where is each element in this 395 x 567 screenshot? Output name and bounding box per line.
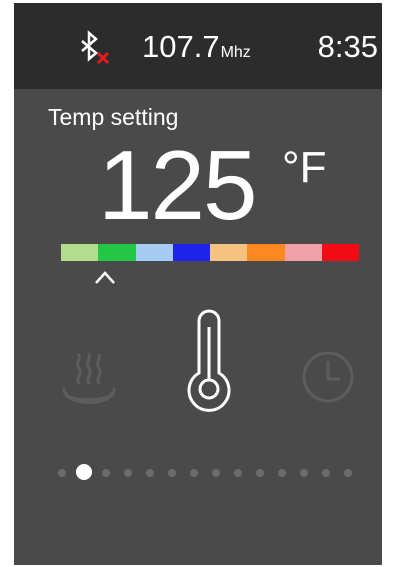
setting-label: Temp setting xyxy=(48,104,179,130)
page-dot[interactable] xyxy=(102,469,110,477)
page-dot[interactable] xyxy=(300,469,308,477)
color-scale-segment xyxy=(135,244,173,261)
clock-time: 8:35 xyxy=(317,29,378,64)
page-dot[interactable] xyxy=(190,469,198,477)
bluetooth-disconnected-icon xyxy=(81,30,110,65)
status-bar: 107.7Mhz 8:35 xyxy=(14,3,382,89)
page-dot[interactable] xyxy=(256,469,264,477)
temperature-value[interactable]: 125 xyxy=(98,131,258,239)
page-dot[interactable] xyxy=(278,469,286,477)
steam-bath-icon[interactable] xyxy=(60,351,118,409)
radio-frequency: 107.7Mhz xyxy=(142,27,251,73)
color-scale-segment xyxy=(210,244,248,261)
page-dot[interactable] xyxy=(322,469,330,477)
color-scale-segment xyxy=(321,244,359,261)
device-screen: 107.7Mhz 8:35 Temp setting 125 °F xyxy=(14,3,382,565)
page-dot[interactable] xyxy=(58,469,66,477)
color-scale-segment xyxy=(284,244,322,261)
thermometer-icon[interactable] xyxy=(180,309,238,415)
page-dot[interactable] xyxy=(168,469,176,477)
color-scale-segment xyxy=(247,244,285,261)
color-scale-segment xyxy=(61,244,99,261)
frequency-value: 107.7 xyxy=(142,29,220,64)
page-dot[interactable] xyxy=(344,469,352,477)
page-dot[interactable] xyxy=(146,469,154,477)
clock-icon[interactable] xyxy=(300,349,356,405)
page-dot[interactable] xyxy=(234,469,242,477)
frequency-unit: Mhz xyxy=(220,44,251,61)
temperature-color-scale[interactable] xyxy=(61,244,359,261)
page-dot[interactable] xyxy=(212,469,220,477)
page-indicator[interactable] xyxy=(54,463,374,483)
caret-up-icon xyxy=(95,271,115,284)
color-scale-segment xyxy=(98,244,136,261)
temperature-unit: °F xyxy=(282,143,327,192)
page-dot-active[interactable] xyxy=(76,464,92,480)
color-scale-segment xyxy=(172,244,210,261)
page-dot[interactable] xyxy=(124,469,132,477)
